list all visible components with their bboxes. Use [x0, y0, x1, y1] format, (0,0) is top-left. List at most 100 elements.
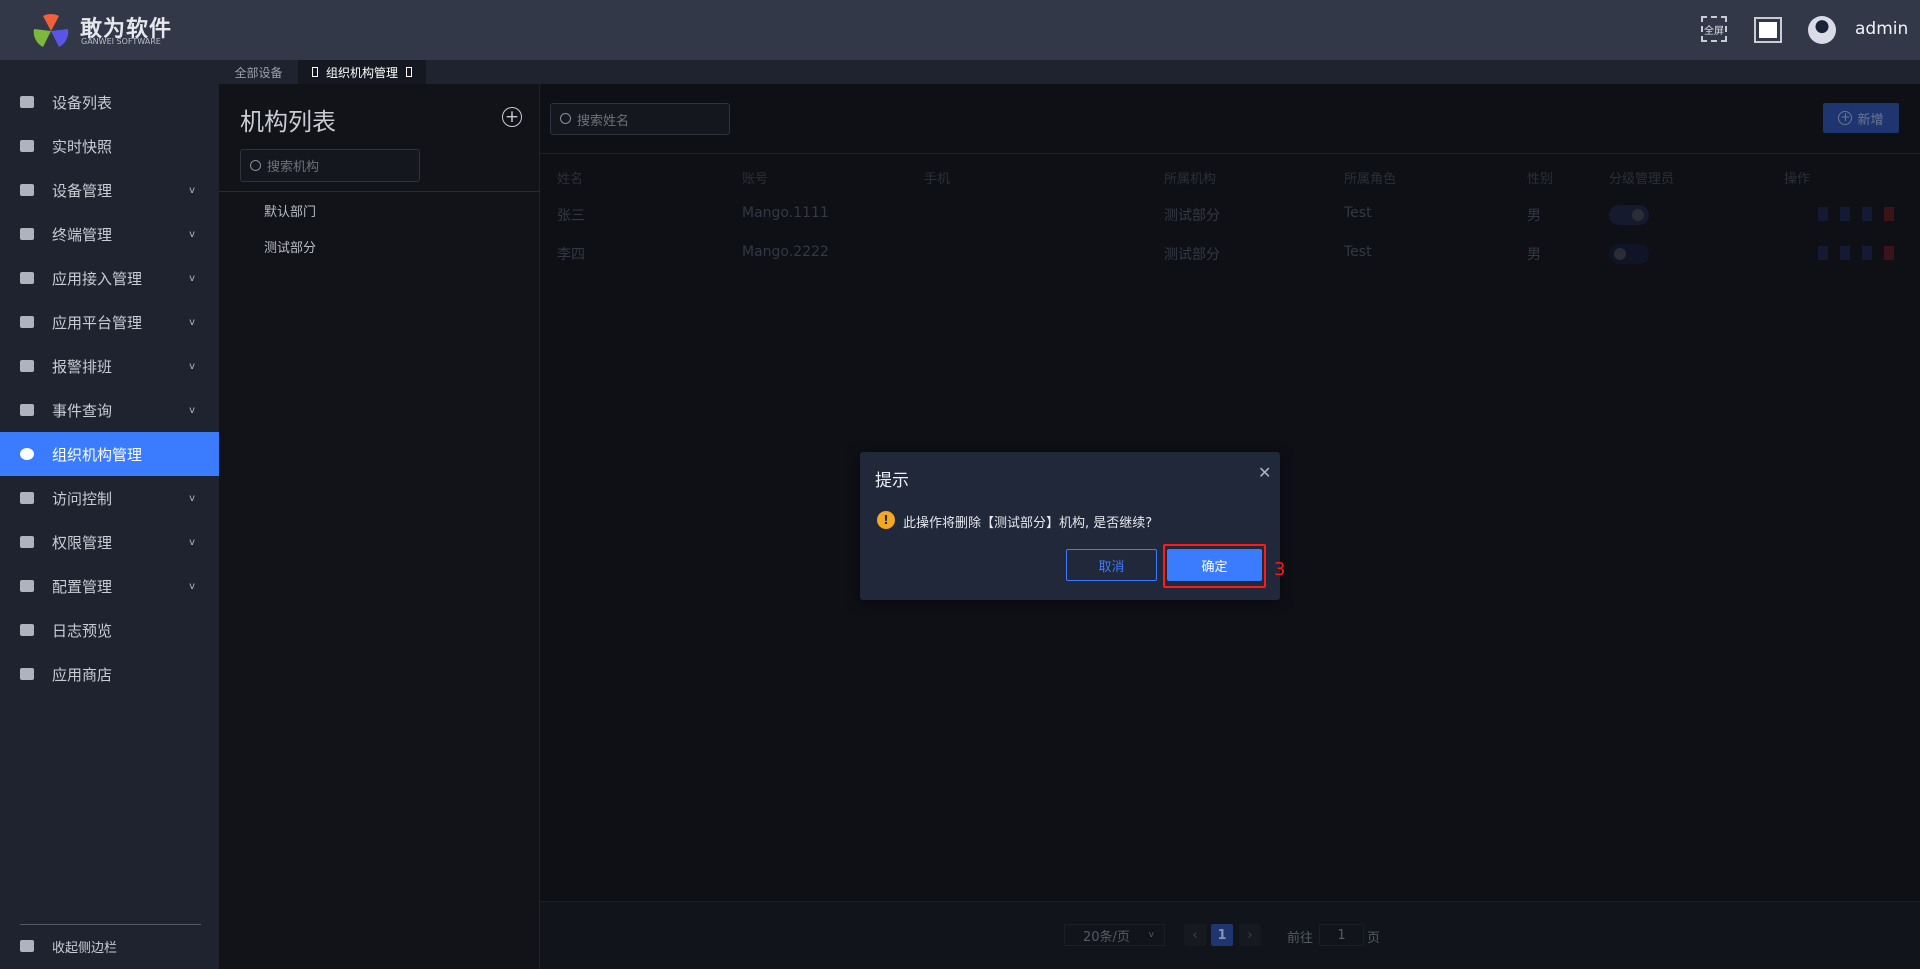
calendar-icon	[20, 360, 34, 372]
sidebar-item-label: 应用平台管理	[52, 313, 143, 332]
monitor-icon	[20, 96, 34, 108]
org-title: 机构列表	[240, 108, 336, 136]
sidebar: 设备列表 实时快照 设备管理 v 终端管理 v 应用接入管理 v 应用平台管理 v 报警排班 v 事件查…	[0, 60, 219, 969]
cell-account: Mango.2222	[742, 244, 829, 260]
tab-org-management[interactable]: 组织机构管理	[298, 60, 426, 84]
column-header: 手机	[924, 172, 951, 187]
sidebar-item-1[interactable]: 实时快照	[0, 124, 219, 168]
grid-icon	[20, 272, 34, 284]
grid-icon	[20, 316, 34, 328]
fullscreen-button[interactable]: 全屏	[1701, 16, 1727, 42]
username[interactable]: admin	[1855, 19, 1908, 39]
page-size-value: 20条/页	[1083, 929, 1130, 945]
warning-icon: !	[877, 511, 895, 529]
cell-role: Test	[1344, 205, 1372, 221]
link-icon[interactable]	[1862, 207, 1872, 221]
cancel-button[interactable]: 取消	[1066, 549, 1157, 581]
edit-icon[interactable]	[1818, 207, 1828, 221]
sidebar-item-10[interactable]: 权限管理 v	[0, 520, 219, 564]
sidebar-item-label: 设备管理	[52, 181, 113, 200]
admin-toggle[interactable]	[1609, 244, 1649, 264]
add-user-button[interactable]: + 新增	[1823, 103, 1899, 133]
prev-page-button[interactable]: ‹	[1184, 924, 1206, 946]
goto-label: 前往	[1287, 931, 1314, 946]
dialog-title: 提示	[875, 471, 909, 491]
shield-icon	[20, 536, 34, 548]
dialog-message: 此操作将删除【测试部分】机构, 是否继续?	[903, 516, 1153, 531]
delete-icon[interactable]	[1884, 246, 1894, 260]
tab-all-devices[interactable]: 全部设备	[219, 60, 298, 84]
divider	[219, 191, 540, 192]
screen-icon	[1759, 22, 1777, 38]
key-icon[interactable]	[1840, 246, 1850, 260]
sidebar-item-12[interactable]: 日志预览	[0, 608, 219, 652]
goto-page-input[interactable]: 1	[1319, 924, 1364, 946]
toggle-knob	[1632, 209, 1644, 221]
page-size-select[interactable]: 20条/页 v	[1064, 924, 1165, 946]
column-header: 所属角色	[1344, 172, 1397, 187]
sidebar-item-6[interactable]: 报警排班 v	[0, 344, 219, 388]
sidebar-item-label: 组织机构管理	[52, 445, 143, 464]
column-header: 性别	[1527, 172, 1554, 187]
sidebar-item-0[interactable]: 设备列表	[0, 80, 219, 124]
fullscreen-label: 全屏	[1704, 25, 1724, 37]
sidebar-item-11[interactable]: 配置管理 v	[0, 564, 219, 608]
sidebar-item-label: 日志预览	[52, 621, 113, 640]
sidebar-item-4[interactable]: 应用接入管理 v	[0, 256, 219, 300]
org-panel: 机构列表 + 搜索机构 默认部门 测试部分	[219, 84, 540, 969]
link-icon[interactable]	[1862, 246, 1872, 260]
key-icon[interactable]	[1840, 207, 1850, 221]
column-header: 姓名	[557, 172, 584, 187]
tab-marker-icon	[311, 67, 318, 77]
delete-icon[interactable]	[1884, 207, 1894, 221]
chevron-down-icon: v	[189, 404, 195, 416]
close-tab-icon[interactable]	[406, 67, 412, 77]
divider	[540, 153, 1920, 154]
sidebar-item-7[interactable]: 事件查询 v	[0, 388, 219, 432]
page-suffix: 页	[1367, 931, 1381, 946]
add-org-icon[interactable]: +	[502, 107, 522, 127]
sidebar-item-2[interactable]: 设备管理 v	[0, 168, 219, 212]
gear-icon	[20, 448, 34, 460]
sidebar-item-label: 配置管理	[52, 577, 113, 596]
admin-toggle[interactable]	[1609, 205, 1649, 225]
pagination: 20条/页 v ‹ 1 › 前往 1 页	[540, 901, 1920, 969]
avatar[interactable]	[1808, 16, 1836, 44]
cell-org: 测试部分	[1164, 208, 1220, 224]
sidebar-item-5[interactable]: 应用平台管理 v	[0, 300, 219, 344]
sidebar-item-label: 权限管理	[52, 533, 113, 552]
column-header: 所属机构	[1164, 172, 1217, 187]
chevron-down-icon: v	[189, 360, 195, 372]
sidebar-item-8[interactable]: 组织机构管理	[0, 432, 219, 476]
sidebar-item-3[interactable]: 终端管理 v	[0, 212, 219, 256]
org-item-default[interactable]: 默认部门	[264, 201, 316, 220]
top-header: 敢为软件 GANWEI SOFTWARE 全屏 admin	[0, 0, 1920, 60]
sidebar-item-9[interactable]: 访问控制 v	[0, 476, 219, 520]
tab-bar: 全部设备 组织机构管理	[0, 60, 1920, 84]
confirm-button[interactable]: 确定	[1167, 549, 1262, 581]
next-page-button[interactable]: ›	[1239, 924, 1261, 946]
close-icon[interactable]: ✕	[1258, 463, 1271, 482]
page-1-button[interactable]: 1	[1211, 924, 1233, 946]
store-icon	[20, 668, 34, 680]
cell-role: Test	[1344, 244, 1372, 260]
org-item-test[interactable]: 测试部分	[264, 237, 316, 256]
edit-icon[interactable]	[1818, 246, 1828, 260]
cell-org: 测试部分	[1164, 247, 1220, 263]
screen-mode-button[interactable]	[1754, 17, 1782, 43]
brand-subtitle: GANWEI SOFTWARE	[81, 37, 161, 46]
collapse-label: 收起侧边栏	[52, 940, 118, 956]
sidebar-item-label: 应用接入管理	[52, 269, 143, 288]
sidebar-item-13[interactable]: 应用商店	[0, 652, 219, 696]
org-search-input[interactable]: 搜索机构	[240, 149, 420, 182]
cell-name: 张三	[557, 208, 585, 224]
collapse-sidebar-button[interactable]: 收起侧边栏	[0, 924, 219, 968]
sidebar-item-label: 实时快照	[52, 137, 113, 156]
column-header: 操作	[1784, 172, 1811, 187]
cell-gender: 男	[1527, 247, 1541, 263]
grid-icon	[20, 228, 34, 240]
search-doc-icon	[20, 404, 34, 416]
chevron-down-icon: v	[189, 316, 195, 328]
user-search-input[interactable]: 搜索姓名	[550, 103, 730, 135]
chevron-down-icon: v	[1148, 930, 1154, 940]
